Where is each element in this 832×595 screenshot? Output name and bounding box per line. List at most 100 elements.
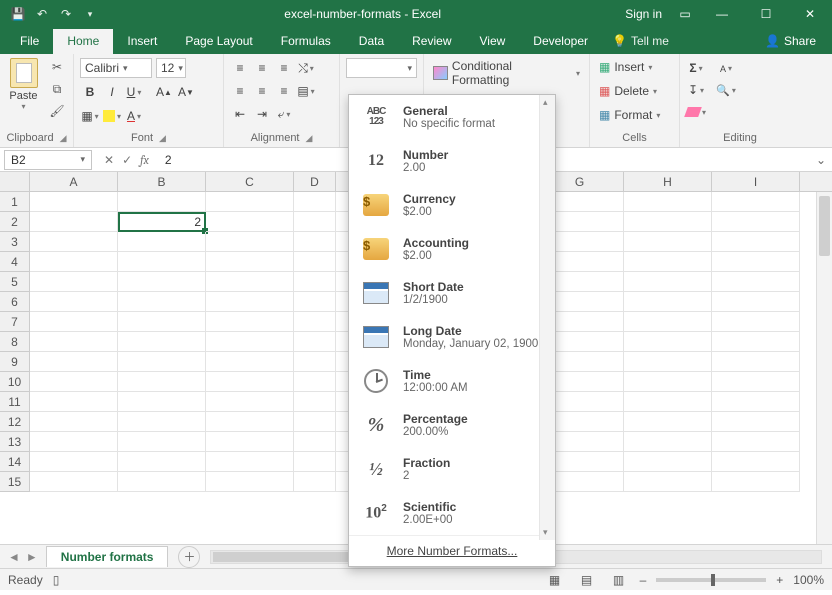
cell[interactable] (712, 472, 800, 492)
copy-icon[interactable]: ⧉ (47, 80, 67, 98)
tell-me[interactable]: 💡Tell me (602, 29, 679, 54)
merge-icon[interactable]: ▤ (296, 81, 316, 101)
orientation-icon[interactable]: ⤭ (296, 58, 316, 78)
ribbon-display-options-icon[interactable]: ▭ (670, 7, 700, 21)
cell[interactable] (30, 252, 118, 272)
zoom-level[interactable]: 100% (793, 573, 824, 587)
cut-icon[interactable]: ✂ (47, 58, 67, 76)
cell[interactable] (118, 332, 206, 352)
cell[interactable] (294, 392, 336, 412)
dialog-launcher-icon[interactable]: ◢ (306, 133, 313, 144)
insert-function-icon[interactable]: fx (140, 153, 149, 167)
col-header[interactable]: A (30, 172, 118, 191)
align-center-icon[interactable]: ≡ (252, 81, 272, 101)
cell[interactable] (118, 292, 206, 312)
cell[interactable] (206, 372, 294, 392)
cell[interactable] (712, 412, 800, 432)
sheet-nav-next-icon[interactable]: ► (26, 550, 38, 564)
paste-button[interactable]: Paste ▾ (6, 58, 41, 111)
expand-formula-bar-icon[interactable]: ⌄ (810, 153, 832, 167)
row-header[interactable]: 4 (0, 252, 30, 272)
cell[interactable] (30, 212, 118, 232)
cell[interactable] (712, 372, 800, 392)
dropdown-scrollbar[interactable] (539, 95, 555, 540)
cell[interactable] (30, 272, 118, 292)
decrease-font-icon[interactable]: A▼ (176, 82, 196, 102)
cell[interactable] (206, 252, 294, 272)
number-format-option[interactable]: ABC123GeneralNo specific format (349, 95, 555, 139)
cell[interactable] (118, 312, 206, 332)
row-header[interactable]: 15 (0, 472, 30, 492)
align-top-icon[interactable]: ≡ (230, 58, 250, 78)
cell[interactable] (206, 232, 294, 252)
fill-button[interactable] (686, 80, 706, 100)
sign-in-link[interactable]: Sign in (625, 7, 662, 21)
row-header[interactable]: 8 (0, 332, 30, 352)
cell[interactable] (712, 292, 800, 312)
cell[interactable] (624, 272, 712, 292)
align-left-icon[interactable]: ≡ (230, 81, 250, 101)
cell[interactable] (294, 312, 336, 332)
cell[interactable] (294, 452, 336, 472)
cell[interactable] (624, 312, 712, 332)
cell[interactable] (624, 472, 712, 492)
col-header[interactable]: D (294, 172, 336, 191)
row-header[interactable]: 12 (0, 412, 30, 432)
borders-button[interactable]: ▦ (80, 106, 100, 126)
zoom-slider[interactable] (656, 578, 766, 582)
cell[interactable] (206, 292, 294, 312)
tab-file[interactable]: File (6, 29, 53, 54)
cell[interactable] (624, 212, 712, 232)
cell[interactable] (294, 232, 336, 252)
clear-button[interactable] (686, 102, 706, 122)
redo-icon[interactable]: ↷ (56, 7, 76, 21)
align-middle-icon[interactable]: ≡ (252, 58, 272, 78)
vertical-scrollbar[interactable] (816, 192, 832, 544)
cell[interactable] (118, 392, 206, 412)
cell[interactable] (118, 372, 206, 392)
number-format-option[interactable]: 102Scientific2.00E+00 (349, 491, 555, 535)
increase-font-icon[interactable]: A▲ (154, 82, 174, 102)
cell[interactable] (118, 472, 206, 492)
cell[interactable] (30, 472, 118, 492)
autosum-button[interactable] (686, 58, 706, 78)
cell[interactable] (206, 472, 294, 492)
cell[interactable] (624, 292, 712, 312)
row-header[interactable]: 2 (0, 212, 30, 232)
share-button[interactable]: 👤Share (755, 29, 826, 54)
cell[interactable] (712, 192, 800, 212)
cell[interactable] (118, 192, 206, 212)
cell[interactable] (118, 412, 206, 432)
cell[interactable] (624, 452, 712, 472)
cell[interactable] (712, 212, 800, 232)
format-cells-button[interactable]: Format▾ (596, 106, 663, 124)
cell[interactable] (206, 352, 294, 372)
undo-icon[interactable]: ↶ (32, 7, 52, 21)
zoom-out-icon[interactable]: – (640, 573, 647, 587)
find-select-button[interactable] (712, 80, 740, 100)
number-format-combo[interactable]: ▾ (346, 58, 417, 78)
cell[interactable] (30, 392, 118, 412)
cell[interactable] (118, 252, 206, 272)
tab-review[interactable]: Review (398, 29, 465, 54)
bold-button[interactable]: B (80, 82, 100, 102)
col-header[interactable]: C (206, 172, 294, 191)
name-box[interactable]: B2▾ (4, 150, 92, 170)
row-header[interactable]: 14 (0, 452, 30, 472)
cell[interactable] (30, 452, 118, 472)
align-right-icon[interactable]: ≡ (274, 81, 294, 101)
cell[interactable] (206, 392, 294, 412)
wrap-text-icon[interactable]: ⤶ (274, 104, 294, 124)
cell[interactable] (624, 432, 712, 452)
cell[interactable] (206, 452, 294, 472)
number-format-option[interactable]: $Currency$2.00 (349, 183, 555, 227)
cell[interactable] (294, 372, 336, 392)
cell[interactable] (294, 272, 336, 292)
row-header[interactable]: 13 (0, 432, 30, 452)
italic-button[interactable]: I (102, 82, 122, 102)
cell[interactable] (294, 212, 336, 232)
number-format-option[interactable]: Time12:00:00 AM (349, 359, 555, 403)
cell[interactable] (30, 292, 118, 312)
cell[interactable] (712, 332, 800, 352)
col-header[interactable]: B (118, 172, 206, 191)
